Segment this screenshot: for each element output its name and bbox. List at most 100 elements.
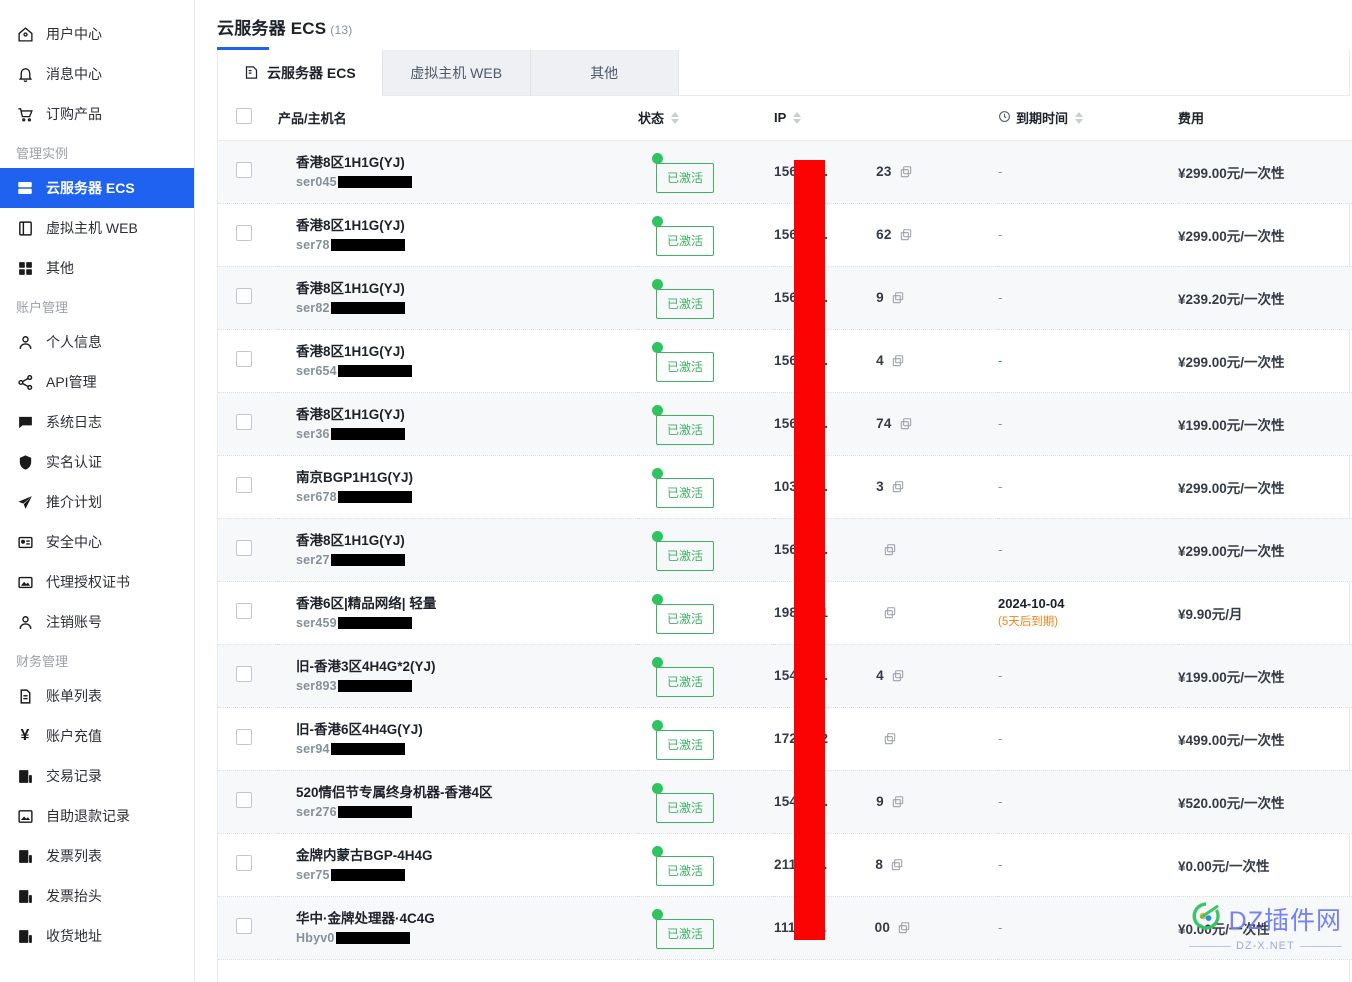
- row-checkbox[interactable]: [236, 477, 252, 493]
- row-checkbox[interactable]: [236, 855, 252, 871]
- row-checkbox[interactable]: [236, 792, 252, 808]
- sidebar-item-ecs[interactable]: 云服务器 ECS: [0, 168, 194, 208]
- table-row[interactable]: 香港8区1H1G(YJ) ser82 已激活 156.224. 9 - ¥239.20元/一…: [218, 266, 1352, 330]
- fee-cell: ¥0.00元/一次性: [1178, 833, 1352, 897]
- copy-icon[interactable]: [897, 921, 911, 935]
- row-checkbox[interactable]: [236, 540, 252, 556]
- product-name-cell[interactable]: 旧-香港3区4H4G*2(YJ) ser893: [278, 644, 638, 708]
- product-name-cell[interactable]: 华中·金牌处理器·4C4G Hbyv0: [278, 896, 638, 960]
- row-checkbox[interactable]: [236, 351, 252, 367]
- copy-icon[interactable]: [891, 354, 905, 368]
- status-badge: 已激活: [652, 782, 714, 823]
- copy-icon[interactable]: [890, 858, 904, 872]
- sidebar-item-security-center[interactable]: 安全中心: [0, 522, 194, 562]
- fee-amount: ¥299.00元/一次性: [1178, 480, 1285, 496]
- tab-other[interactable]: 其他: [530, 50, 679, 96]
- product-name-cell[interactable]: 520情侣节专属终身机器-香港4区 ser276: [278, 770, 638, 834]
- table-row[interactable]: 香港8区1H1G(YJ) ser27 已激活 156.224. - ¥299.00元/一次…: [218, 518, 1352, 582]
- sidebar-item-personal-info[interactable]: 个人信息: [0, 322, 194, 362]
- host-name-redaction: [330, 428, 405, 441]
- table-row[interactable]: 香港6区|精品网络| 轻量 ser459 已激活 198.44.1 2024-10-04…: [218, 581, 1352, 645]
- product-name-cell[interactable]: 香港8区1H1G(YJ) ser36: [278, 392, 638, 456]
- copy-icon[interactable]: [891, 669, 905, 683]
- status-label: 已激活: [656, 540, 714, 571]
- row-checkbox[interactable]: [236, 414, 252, 430]
- table-row[interactable]: 香港8区1H1G(YJ) ser045 已激活 156.224. 23 - ¥299.00元…: [218, 140, 1352, 204]
- table-row[interactable]: 华中·金牌处理器·4C4G Hbyv0 已激活 111.180. 00 - ¥0.00元/一…: [218, 896, 1352, 960]
- table-row[interactable]: 香港8区1H1G(YJ) ser36 已激活 156.224. 74 - ¥199.00元/…: [218, 392, 1352, 456]
- sidebar-item-web-hosting[interactable]: 虚拟主机 WEB: [0, 208, 194, 248]
- column-header-name[interactable]: 产品/主机名: [278, 96, 638, 141]
- sidebar-item-account-recharge[interactable]: ¥ 账户充值: [0, 716, 194, 756]
- sort-icon[interactable]: [793, 111, 802, 124]
- product-name-cell[interactable]: 香港8区1H1G(YJ) ser78: [278, 203, 638, 267]
- sidebar-item-bill-list[interactable]: 账单列表: [0, 676, 194, 716]
- status-cell: 已激活: [638, 896, 774, 960]
- sidebar-item-invoice-title[interactable]: 发票抬头: [0, 876, 194, 916]
- row-checkbox[interactable]: [236, 666, 252, 682]
- row-checkbox[interactable]: [236, 729, 252, 745]
- copy-icon[interactable]: [883, 543, 897, 557]
- sidebar-item-system-log[interactable]: 系统日志: [0, 402, 194, 442]
- sidebar-item-user-center[interactable]: 用户中心: [0, 14, 194, 54]
- table-row[interactable]: 旧-香港3区4H4G*2(YJ) ser893 已激活 154.201. 4 - ¥199.…: [218, 644, 1352, 708]
- product-name-cell[interactable]: 香港8区1H1G(YJ) ser27: [278, 518, 638, 582]
- sidebar-item-transaction-record[interactable]: 交易记录: [0, 756, 194, 796]
- table-header-row: 产品/主机名 状态 IP 到期时间 费用: [218, 96, 1352, 141]
- product-name-cell[interactable]: 南京BGP1H1G(YJ) ser678: [278, 455, 638, 519]
- row-checkbox[interactable]: [236, 603, 252, 619]
- copy-icon[interactable]: [899, 228, 913, 242]
- product-name-cell[interactable]: 香港8区1H1G(YJ) ser654: [278, 329, 638, 393]
- select-all-checkbox[interactable]: [236, 108, 252, 125]
- product-name-cell[interactable]: 香港8区1H1G(YJ) ser82: [278, 266, 638, 330]
- sidebar-item-order-product[interactable]: 订购产品: [0, 94, 194, 134]
- column-header-status[interactable]: 状态: [638, 96, 774, 141]
- row-checkbox[interactable]: [236, 288, 252, 304]
- table-row[interactable]: 香港8区1H1G(YJ) ser78 已激活 156.224. 62 - ¥299.00元/…: [218, 203, 1352, 267]
- tab-ecs[interactable]: 云服务器 ECS: [218, 50, 383, 96]
- sidebar-item-other[interactable]: 其他: [0, 248, 194, 288]
- sort-icon[interactable]: [671, 111, 680, 124]
- copy-icon[interactable]: [891, 480, 905, 494]
- product-name-cell[interactable]: 香港8区1H1G(YJ) ser045: [278, 140, 638, 204]
- table-row[interactable]: 金牌内蒙古BGP-4H4G ser75 已激活 211.101. 8 - ¥0.00元/一次…: [218, 833, 1352, 897]
- sidebar-item-label: 其他: [46, 260, 74, 276]
- copy-icon[interactable]: [899, 165, 913, 179]
- sidebar-item-agent-certificate[interactable]: 代理授权证书: [0, 562, 194, 602]
- column-header-ip[interactable]: IP: [774, 96, 998, 141]
- row-select-cell: [218, 581, 278, 645]
- copy-icon[interactable]: [883, 606, 897, 620]
- sidebar-item-shipping-address[interactable]: 收货地址: [0, 916, 194, 956]
- product-name-cell[interactable]: 香港6区|精品网络| 轻量 ser459: [278, 581, 638, 645]
- copy-icon[interactable]: [891, 291, 905, 305]
- sidebar-item-message-center[interactable]: 消息中心: [0, 54, 194, 94]
- sort-icon[interactable]: [1075, 111, 1084, 124]
- row-checkbox[interactable]: [236, 162, 252, 178]
- copy-icon[interactable]: [899, 417, 913, 431]
- table-row[interactable]: 南京BGP1H1G(YJ) ser678 已激活 103.150. 3 - ¥299.00元…: [218, 455, 1352, 519]
- table-row[interactable]: 520情侣节专属终身机器-香港4区 ser276 已激活 154.201. 9 - ¥520…: [218, 770, 1352, 834]
- product-name-cell[interactable]: 旧-香港6区4H4G(YJ) ser94: [278, 707, 638, 771]
- sidebar-item-invoice-list[interactable]: 发票列表: [0, 836, 194, 876]
- row-checkbox[interactable]: [236, 225, 252, 241]
- sidebar: 用户中心 消息中心 订购产品 管理实例 云服务器 ECS 虚拟主机 WEB 其他…: [0, 0, 195, 982]
- table-row[interactable]: 香港8区1H1G(YJ) ser654 已激活 156.224. 4 - ¥299.00元/…: [218, 329, 1352, 393]
- sidebar-item-self-refund-record[interactable]: 自助退款记录: [0, 796, 194, 836]
- fee-cell: ¥520.00元/一次性: [1178, 770, 1352, 834]
- select-all-cell: [218, 96, 278, 141]
- sidebar-item-real-name-auth[interactable]: 实名认证: [0, 442, 194, 482]
- table-row[interactable]: 旧-香港6区4H4G(YJ) ser94 已激活 172.98.2 - ¥499.00元/…: [218, 707, 1352, 771]
- product-name-cell[interactable]: 金牌内蒙古BGP-4H4G ser75: [278, 833, 638, 897]
- tab-web-hosting[interactable]: 虚拟主机 WEB: [382, 50, 531, 96]
- sidebar-item-referral-plan[interactable]: 推介计划: [0, 482, 194, 522]
- column-header-expire[interactable]: 到期时间: [998, 96, 1178, 141]
- host-name-prefix: ser654: [296, 364, 337, 379]
- row-checkbox[interactable]: [236, 918, 252, 934]
- copy-icon[interactable]: [891, 795, 905, 809]
- column-header-fee[interactable]: 费用: [1178, 96, 1352, 141]
- sidebar-item-close-account[interactable]: 注销账号: [0, 602, 194, 642]
- fee-cell: ¥9.90元/月: [1178, 581, 1352, 645]
- sidebar-item-api-management[interactable]: API管理: [0, 362, 194, 402]
- copy-icon[interactable]: [883, 732, 897, 746]
- expire-cell: -: [998, 518, 1178, 582]
